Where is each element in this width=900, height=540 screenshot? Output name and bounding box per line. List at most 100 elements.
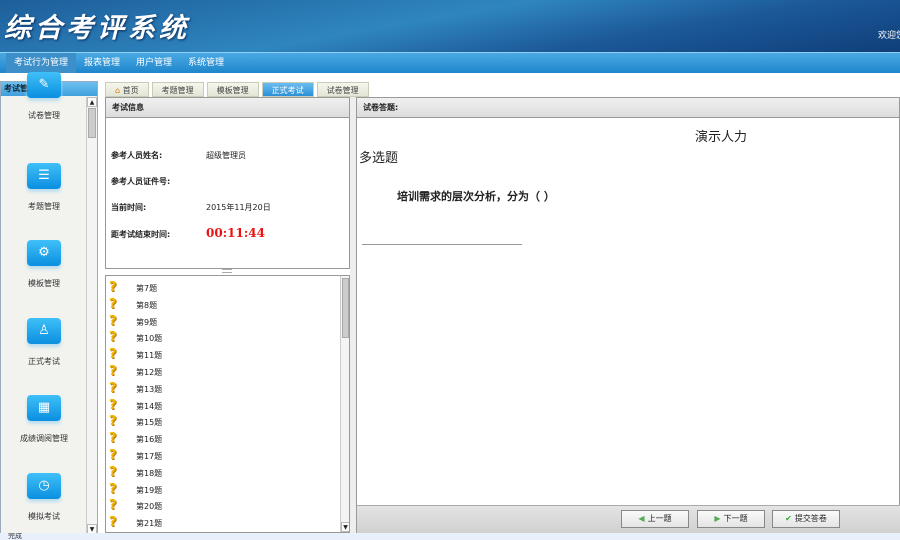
sidebar: 考试管理 ✎ 试卷管理 ☰ 考题管理 ⚙ 模板管理 ♙ 正式考试 ▦ 成绩调阅管理 ◷ 模拟考试 ▲ … [0, 72, 98, 535]
question-mark-icon: ? [109, 464, 117, 480]
sidebar-item[interactable]: ⚙ 模板管理 [1, 240, 87, 289]
question-mark-icon: ? [109, 431, 117, 447]
question-list-item[interactable]: ? 第8题 [109, 297, 339, 314]
panel-title: 考试信息 [106, 98, 349, 118]
question-list-item[interactable]: ? 第18题 [109, 465, 339, 482]
question-list-item[interactable]: ? 第12题 [109, 364, 339, 381]
question-list-item[interactable]: ? 第10题 [109, 330, 339, 347]
question-label: 第19题 [136, 485, 163, 495]
tab-paper-mgmt[interactable]: 试卷管理 [316, 82, 369, 97]
question-list-item[interactable]: ? 第14题 [109, 398, 339, 415]
paper-title: 演示人力 [695, 130, 748, 145]
question-label: 第13题 [136, 384, 163, 394]
nav-exam-behavior[interactable]: 考试行为管理 [6, 53, 77, 73]
question-list-item[interactable]: ? 第16题 [109, 431, 339, 448]
splitter-handle[interactable] [222, 269, 232, 273]
question-list-item[interactable]: ? 第7题 [109, 280, 339, 297]
paper-icon: ✎ [27, 72, 61, 98]
question-label: 第11题 [136, 351, 163, 361]
question-mark-icon: ? [109, 380, 117, 396]
tab-formal-exam[interactable]: 正式考试 [261, 82, 314, 97]
tab-template-mgmt[interactable]: 模板管理 [206, 82, 259, 97]
tab-home[interactable]: ⌂ 首页 [105, 82, 149, 97]
question-list-item[interactable]: ? 第11题 [109, 347, 339, 364]
sidebar-item[interactable]: ▦ 成绩调阅管理 [1, 395, 87, 444]
question-list-item[interactable]: ? 第17题 [109, 448, 339, 465]
top-nav: 考试行为管理 报表管理 用户管理 系统管理 [0, 52, 900, 73]
question-mark-icon: ? [109, 280, 117, 295]
sidebar-item-label: 正式考试 [28, 356, 60, 366]
sidebar-item[interactable]: ✎ 试卷管理 [1, 72, 87, 121]
app-title: 综合考评系统 [4, 13, 190, 44]
next-button[interactable]: ▶ 下一题 [697, 510, 765, 528]
sidebar-item-label: 考题管理 [28, 201, 60, 211]
question-mark-icon: ? [109, 296, 117, 312]
question-list-item[interactable]: ? 第21题 [109, 515, 339, 532]
countdown-timer: 00:11:44 [206, 226, 265, 240]
scroll-down-arrow[interactable]: ▼ [341, 522, 349, 532]
arrow-left-icon: ◀ [638, 514, 645, 523]
sidebar-item-label: 模拟考试 [28, 511, 60, 521]
prev-button[interactable]: ◀ 上一题 [621, 510, 689, 528]
question-mark-icon: ? [109, 498, 117, 514]
sidebar-item-label: 模板管理 [28, 279, 60, 288]
question-mark-icon: ? [109, 347, 117, 363]
question-mark-icon: ? [109, 515, 117, 531]
welcome-text: 欢迎您 [878, 31, 900, 41]
home-icon: ⌂ [115, 86, 123, 95]
scroll-thumb[interactable] [88, 108, 96, 138]
check-icon: ✔ [785, 514, 792, 523]
question-list-item[interactable]: ? 第15题 [109, 414, 339, 431]
list-scrollbar[interactable]: ▼ [340, 276, 349, 532]
button-label: 下一题 [723, 514, 748, 523]
button-bar: ◀ 上一题 ▶ 下一题 ✔ 提交答卷 [357, 505, 900, 533]
question-list-item[interactable]: ? 第13题 [109, 381, 339, 398]
question-label: 第8题 [136, 300, 158, 310]
question-label: 第17题 [136, 452, 163, 461]
question-label: 第18题 [136, 468, 163, 478]
sidebar-scrollbar[interactable]: ▲ ▼ [86, 97, 97, 534]
question-label: 第10题 [136, 334, 163, 344]
question-list-item[interactable]: ? 第20题 [109, 498, 339, 515]
score-chart-icon: ▦ [27, 395, 61, 421]
template-gear-icon: ⚙ [27, 240, 61, 266]
tab-bar: ⌂ 首页 考题管理 模板管理 正式考试 试卷管理 [105, 82, 369, 97]
button-label: 提交答卷 [794, 514, 827, 523]
tab-label: 首页 [122, 86, 139, 95]
question-label: 第14题 [136, 401, 163, 411]
nav-system[interactable]: 系统管理 [180, 53, 232, 73]
question-mark-icon: ? [109, 414, 117, 430]
sidebar-item[interactable]: ◷ 模拟考试 [1, 472, 87, 522]
arrow-right-icon: ▶ [714, 514, 721, 523]
button-label: 上一题 [647, 514, 672, 523]
question-label: 第21题 [136, 519, 163, 529]
name-label: 参考人员姓名: [111, 151, 163, 160]
question-label: 第15题 [136, 418, 163, 428]
id-label: 参考人员证件号: [111, 177, 171, 186]
tab-question-mgmt[interactable]: 考题管理 [151, 82, 204, 97]
question-label: 第7题 [136, 284, 158, 293]
nav-users[interactable]: 用户管理 [128, 53, 180, 73]
question-list-item[interactable]: ? 第9题 [109, 314, 339, 331]
question-mark-icon: ? [109, 364, 117, 379]
name-value: 超级管理员 [206, 151, 246, 160]
question-text: 培训需求的层次分析，分为（ ） [397, 190, 555, 203]
sidebar-item-label: 成绩调阅管理 [20, 434, 68, 443]
question-mark-icon: ? [109, 330, 117, 346]
nav-reports[interactable]: 报表管理 [76, 53, 128, 73]
question-list-item[interactable]: ? 第19题 [109, 482, 339, 499]
question-label: 第16题 [136, 435, 163, 445]
answer-panel: 试卷答题: 演示人力 多选题 培训需求的层次分析，分为（ ） ◀ 上一题 ▶ 下一题… [356, 97, 900, 533]
remain-label: 距考试结束时间: [111, 230, 171, 239]
answer-line [362, 244, 522, 245]
sidebar-item[interactable]: ☰ 考题管理 [1, 162, 87, 212]
scroll-up-arrow[interactable]: ▲ [87, 97, 97, 107]
sidebar-item[interactable]: ♙ 正式考试 [1, 317, 87, 367]
scroll-thumb[interactable] [342, 278, 349, 338]
question-label: 第20题 [136, 502, 163, 512]
time-value: 2015年11月20日 [206, 203, 271, 212]
submit-button[interactable]: ✔ 提交答卷 [772, 510, 840, 528]
question-label: 第9题 [136, 317, 158, 327]
exam-info-panel: 考试信息 参考人员姓名: 超级管理员 参考人员证件号: 当前时间: 2015年1… [105, 97, 350, 269]
status-bar: 完成 [0, 533, 900, 540]
